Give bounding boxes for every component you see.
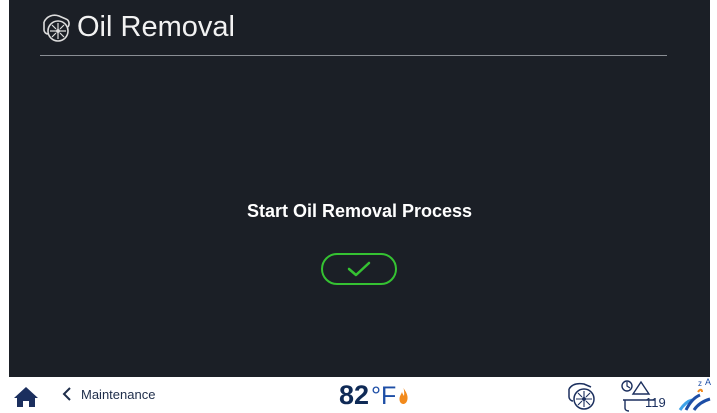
- back-label: Maintenance: [81, 386, 156, 402]
- svg-text:z: z: [698, 379, 702, 388]
- prompt-text: Start Oil Removal Process: [246, 201, 473, 221]
- checkmark-icon: [347, 261, 371, 277]
- oil-level-number: 119: [645, 395, 666, 410]
- fryer-status-icon[interactable]: [566, 380, 602, 412]
- home-icon[interactable]: [13, 386, 39, 408]
- chevron-left-icon: [62, 387, 71, 401]
- sleep-filter-icon[interactable]: z A: [678, 377, 714, 413]
- page-header: Oil Removal: [39, 8, 235, 46]
- page-title: Oil Removal: [77, 10, 235, 43]
- footer-bar: Maintenance 82 °F 119 z A: [0, 377, 717, 413]
- temperature-value: 82: [339, 380, 370, 410]
- flame-icon: [399, 387, 408, 404]
- temperature-unit: °F: [371, 382, 397, 410]
- fryer-vat-icon: [43, 14, 70, 42]
- main-panel: Oil Removal Start Oil Removal Process: [9, 0, 710, 377]
- confirm-button[interactable]: [321, 253, 397, 285]
- screen: Oil Removal Start Oil Removal Process Ma…: [0, 0, 717, 413]
- header-divider: [40, 55, 667, 56]
- temperature-readout: 82 °F: [339, 380, 409, 411]
- svg-text:A: A: [705, 377, 711, 387]
- back-button[interactable]: Maintenance: [62, 386, 155, 402]
